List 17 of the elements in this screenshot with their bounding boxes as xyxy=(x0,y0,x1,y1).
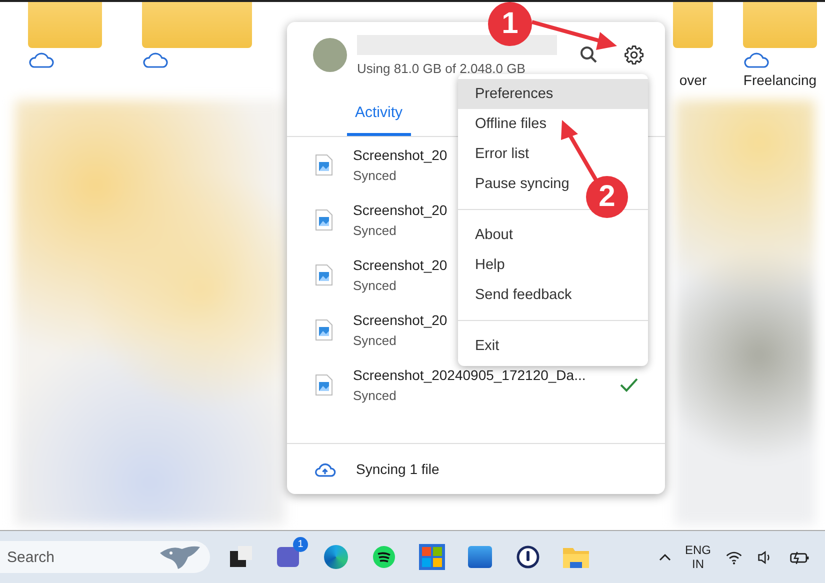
file-name: Screenshot_20 xyxy=(353,256,448,272)
folder-label: over xyxy=(679,72,707,88)
sync-status: Synced xyxy=(353,388,396,402)
file-name: Screenshot_20 xyxy=(353,202,448,218)
file-name: Screenshot_20 xyxy=(353,312,448,328)
language-code: IN xyxy=(692,557,704,572)
sync-status: Synced xyxy=(353,332,396,348)
notification-badge: 1 xyxy=(293,537,308,552)
sync-status: Synced xyxy=(353,168,396,182)
file-name: Screenshot_20 xyxy=(353,146,448,162)
language-code: ENG xyxy=(684,542,711,557)
folder-label: Freelancing xyxy=(743,72,817,88)
sync-status: Synced xyxy=(353,278,396,292)
storage-usage: Using 81.0 GB of 2.048.0 GB xyxy=(357,60,526,76)
sync-status: Synced xyxy=(353,222,396,238)
sync-progress-text: Syncing 1 file xyxy=(356,461,440,477)
file-name: Screenshot_20240905_172120_Da... xyxy=(353,366,586,382)
